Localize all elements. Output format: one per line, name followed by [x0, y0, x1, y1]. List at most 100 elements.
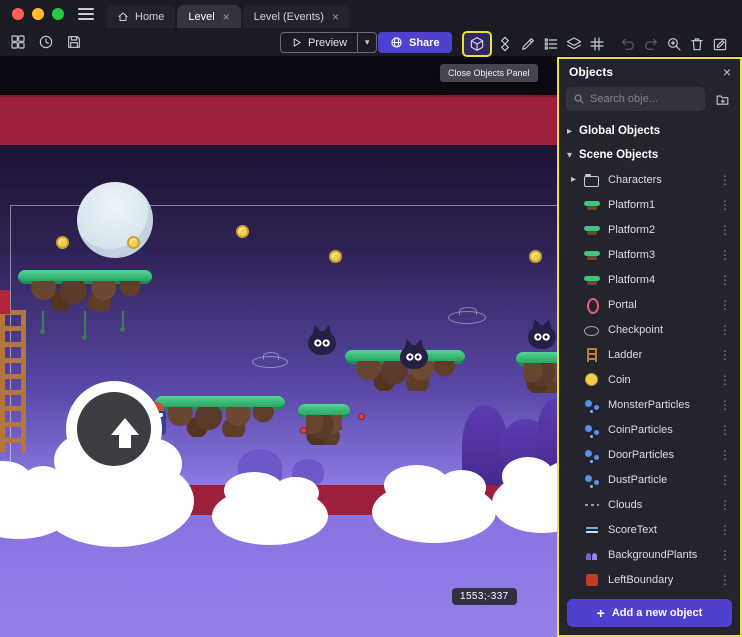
- search-box[interactable]: [566, 87, 705, 111]
- close-tab-icon[interactable]: ×: [223, 11, 230, 23]
- redo-icon[interactable]: [641, 33, 661, 55]
- tab-level[interactable]: Level ×: [177, 5, 240, 28]
- jump-button-instance[interactable]: [66, 381, 162, 477]
- project-manager-icon[interactable]: [8, 31, 28, 53]
- object-row-platform2[interactable]: Platform2 ⋮: [559, 217, 740, 242]
- object-label: MonsterParticles: [608, 399, 690, 411]
- kebab-menu-icon[interactable]: ⋮: [716, 348, 734, 362]
- left-boundary-instance[interactable]: [0, 290, 10, 314]
- add-object-button[interactable]: + Add a new object: [567, 599, 732, 627]
- preview-button[interactable]: Preview: [280, 32, 357, 53]
- trash-icon[interactable]: [687, 33, 707, 55]
- object-row-platform3[interactable]: Platform3 ⋮: [559, 242, 740, 267]
- edit-icon[interactable]: [518, 33, 538, 55]
- moon-instance[interactable]: [77, 182, 153, 258]
- kebab-menu-icon[interactable]: ⋮: [716, 223, 734, 237]
- checkpoint-instance[interactable]: [448, 311, 486, 324]
- kebab-menu-icon[interactable]: ⋮: [716, 523, 734, 537]
- platform-instance[interactable]: [516, 352, 557, 393]
- kebab-menu-icon[interactable]: ⋮: [716, 323, 734, 337]
- cursor-coordinates-badge: 1553;-337: [452, 588, 517, 605]
- layers-icon[interactable]: [564, 33, 584, 55]
- object-row-platform4[interactable]: Platform4 ⋮: [559, 267, 740, 292]
- object-row-backgroundplants[interactable]: BackgroundPlants ⋮: [559, 542, 740, 567]
- close-panel-icon[interactable]: ×: [723, 65, 731, 79]
- scene-canvas[interactable]: 1553;-337: [0, 57, 557, 637]
- cloud-instance[interactable]: [372, 481, 496, 543]
- object-row-doorparticles[interactable]: DoorParticles ⋮: [559, 442, 740, 467]
- object-row-portal[interactable]: Portal ⋮: [559, 292, 740, 317]
- scene-properties-icon[interactable]: [710, 33, 730, 55]
- preview-button-group: Preview ▾: [280, 32, 377, 53]
- kebab-menu-icon[interactable]: ⋮: [716, 473, 734, 487]
- search-input[interactable]: [590, 93, 698, 105]
- object-thumbnail-icon: [583, 422, 601, 438]
- coin-instance[interactable]: [127, 236, 140, 249]
- coin-instance[interactable]: [529, 250, 542, 263]
- preview-label: Preview: [308, 37, 347, 49]
- object-row-dustparticle[interactable]: DustParticle ⋮: [559, 467, 740, 492]
- object-row-scoretext[interactable]: ScoreText ⋮: [559, 517, 740, 542]
- kebab-menu-icon[interactable]: ⋮: [716, 448, 734, 462]
- object-label: Platform1: [608, 199, 655, 211]
- platform-instance[interactable]: [155, 396, 285, 437]
- monster-instance[interactable]: [308, 329, 336, 355]
- object-row-ladder[interactable]: Ladder ⋮: [559, 342, 740, 367]
- objects-panel-icon[interactable]: [467, 33, 487, 55]
- ladder-instance[interactable]: [0, 310, 26, 452]
- coin-instance[interactable]: [56, 236, 69, 249]
- object-label: Platform4: [608, 274, 655, 286]
- menu-icon[interactable]: [78, 8, 94, 20]
- kebab-menu-icon[interactable]: ⋮: [716, 398, 734, 412]
- monster-instance[interactable]: [528, 323, 556, 349]
- home-icon: [117, 11, 129, 23]
- zoom-window-button[interactable]: [52, 8, 64, 20]
- instances-list-icon[interactable]: [541, 33, 561, 55]
- kebab-menu-icon[interactable]: ⋮: [716, 548, 734, 562]
- tree-group-global-objects[interactable]: ▸ Global Objects: [559, 119, 740, 143]
- checkpoint-instance[interactable]: [252, 356, 288, 368]
- add-folder-icon[interactable]: [711, 88, 733, 110]
- kebab-menu-icon[interactable]: ⋮: [716, 248, 734, 262]
- object-row-leftboundary[interactable]: LeftBoundary ⋮: [559, 567, 740, 592]
- tab-level-events[interactable]: Level (Events) ×: [243, 5, 350, 28]
- close-window-button[interactable]: [12, 8, 24, 20]
- kebab-menu-icon[interactable]: ⋮: [716, 298, 734, 312]
- kebab-menu-icon[interactable]: ⋮: [716, 498, 734, 512]
- share-button[interactable]: Share: [378, 32, 452, 53]
- undo-icon[interactable]: [618, 33, 638, 55]
- object-row-checkpoint[interactable]: Checkpoint ⋮: [559, 317, 740, 342]
- kebab-menu-icon[interactable]: ⋮: [716, 198, 734, 212]
- object-row-platform1[interactable]: Platform1 ⋮: [559, 192, 740, 217]
- history-icon[interactable]: [36, 31, 56, 53]
- object-row-monsterparticles[interactable]: MonsterParticles ⋮: [559, 392, 740, 417]
- tab-home[interactable]: Home: [106, 5, 175, 28]
- kebab-menu-icon[interactable]: ⋮: [716, 173, 734, 187]
- kebab-menu-icon[interactable]: ⋮: [716, 273, 734, 287]
- platform-instance[interactable]: [18, 270, 152, 311]
- object-thumbnail-icon: [583, 222, 601, 238]
- kebab-menu-icon[interactable]: ⋮: [716, 373, 734, 387]
- object-row-characters[interactable]: ▸ Characters ⋮: [559, 167, 740, 192]
- platform-instance[interactable]: [298, 404, 350, 445]
- kebab-menu-icon[interactable]: ⋮: [716, 573, 734, 587]
- monster-instance[interactable]: [400, 343, 428, 369]
- grid-icon[interactable]: [587, 33, 607, 55]
- folder-icon: [583, 172, 601, 188]
- caret-icon[interactable]: ▸: [571, 174, 583, 185]
- zoom-in-icon[interactable]: [664, 33, 684, 55]
- object-row-coinparticles[interactable]: CoinParticles ⋮: [559, 417, 740, 442]
- close-tab-icon[interactable]: ×: [332, 11, 339, 23]
- tree-group-scene-objects[interactable]: ▾ Scene Objects: [559, 143, 740, 167]
- object-groups-icon[interactable]: [495, 33, 515, 55]
- object-row-coin[interactable]: Coin ⋮: [559, 367, 740, 392]
- kebab-menu-icon[interactable]: ⋮: [716, 423, 734, 437]
- save-icon[interactable]: [64, 31, 84, 53]
- cloud-instance[interactable]: [212, 487, 328, 545]
- object-row-clouds[interactable]: Clouds ⋮: [559, 492, 740, 517]
- coin-instance[interactable]: [329, 250, 342, 263]
- tab-label: Level (Events): [254, 11, 324, 23]
- preview-options-chevron[interactable]: ▾: [357, 32, 377, 53]
- minimize-window-button[interactable]: [32, 8, 44, 20]
- coin-instance[interactable]: [236, 225, 249, 238]
